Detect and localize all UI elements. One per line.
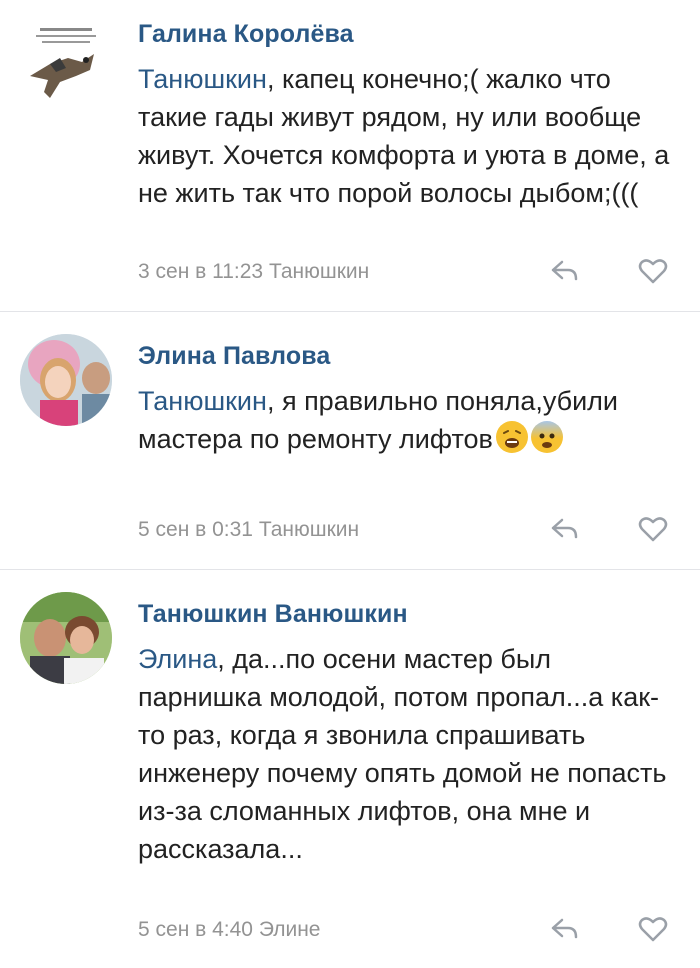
comment-meta: 5 сен в 4:40 Элине bbox=[138, 918, 321, 941]
reply-arrow-icon[interactable] bbox=[550, 917, 580, 946]
reply-arrow-icon[interactable] bbox=[550, 517, 580, 546]
comment-actions bbox=[550, 916, 668, 947]
mention-link[interactable]: Элина bbox=[138, 644, 217, 674]
heart-outline-icon[interactable] bbox=[638, 916, 668, 947]
comment-text: Танюшкин, я правильно поняла,убили масте… bbox=[138, 382, 670, 458]
mention-link[interactable]: Танюшкин bbox=[138, 386, 267, 416]
mention-link[interactable]: Танюшкин bbox=[138, 64, 267, 94]
avatar[interactable] bbox=[20, 334, 112, 426]
comment-actions bbox=[550, 516, 668, 547]
comment-3: Танюшкин Ванюшкин Элина, да...по осени м… bbox=[0, 570, 700, 968]
heart-outline-icon[interactable] bbox=[638, 516, 668, 547]
comment-text: Танюшкин, капец конечно;( жалко что таки… bbox=[138, 60, 670, 212]
author-name[interactable]: Галина Королёва bbox=[138, 20, 354, 49]
comment-1: Галина Королёва Танюшкин, капец конечно;… bbox=[0, 0, 700, 312]
comment-body: , да...по осени мастер был парнишка моло… bbox=[138, 644, 667, 864]
comment-meta: 3 сен в 11:23 Танюшкин bbox=[138, 260, 370, 283]
comment-2: Элина Павлова Танюшкин, я правильно поня… bbox=[0, 312, 700, 570]
avatar[interactable] bbox=[20, 18, 112, 110]
comment-meta: 5 сен в 0:31 Танюшкин bbox=[138, 518, 360, 541]
author-name[interactable]: Элина Павлова bbox=[138, 342, 330, 371]
weary-face-emoji bbox=[495, 421, 528, 453]
comment-actions bbox=[550, 258, 668, 289]
comment-text: Элина, да...по осени мастер был парнишка… bbox=[138, 640, 672, 868]
fearful-face-emoji bbox=[530, 421, 563, 453]
heart-outline-icon[interactable] bbox=[638, 258, 668, 289]
reply-arrow-icon[interactable] bbox=[550, 259, 580, 288]
author-name[interactable]: Танюшкин Ванюшкин bbox=[138, 600, 408, 629]
avatar[interactable] bbox=[20, 592, 112, 684]
